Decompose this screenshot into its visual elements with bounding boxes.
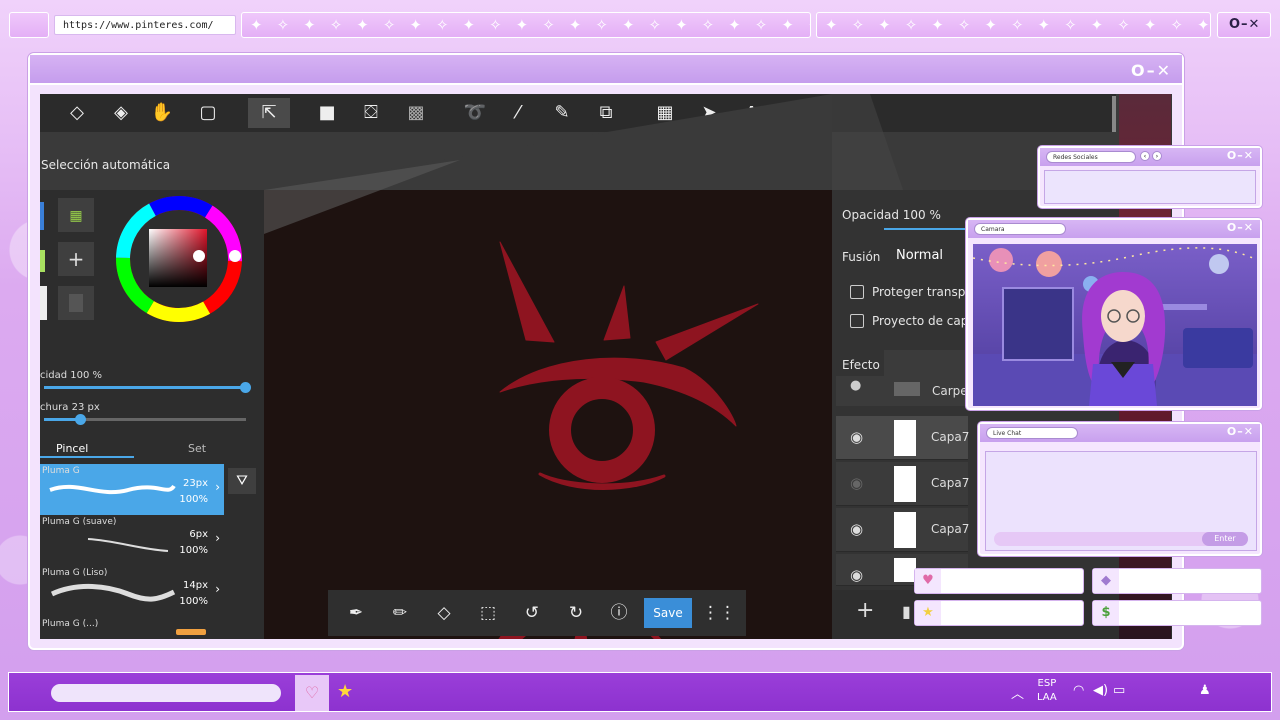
- eyedropper-icon[interactable]: ✒: [341, 598, 371, 628]
- camera-titlebar: Camara O–✕: [968, 220, 1260, 238]
- pen-icon[interactable]: ✏: [385, 598, 415, 628]
- layer-thumbnail: [894, 420, 916, 456]
- star-alert-box: ★: [914, 600, 1084, 626]
- eye-icon[interactable]: ◉: [850, 566, 863, 584]
- top-frame-controls: O–✕: [1217, 12, 1271, 38]
- gem-alert-box: ◆: [1092, 568, 1262, 594]
- dollar-icon: $: [1093, 601, 1119, 625]
- blend-label: Fusión: [842, 250, 881, 264]
- layer-thumbnail: [894, 558, 916, 582]
- avatar: [1082, 272, 1166, 406]
- social-window: Redes Sociales ‹ › O–✕: [1038, 146, 1262, 208]
- bottom-toolbar: ✒ ✏ ◇ ⬚ ↺ ↻ ⓘ Save ⋮⋮: [328, 590, 746, 636]
- layer-opacity-slider[interactable]: [884, 228, 974, 230]
- volume-icon[interactable]: ◀): [1093, 683, 1108, 698]
- undo-icon[interactable]: ↺: [517, 598, 547, 628]
- camera-controls[interactable]: O–✕: [1227, 221, 1254, 234]
- follow-alert-box: ♥: [914, 568, 1084, 594]
- battery-icon[interactable]: ▭: [1113, 683, 1125, 698]
- prev-icon[interactable]: ‹: [1140, 151, 1150, 161]
- protect-alpha-checkbox[interactable]: [850, 285, 864, 299]
- save-button[interactable]: Save: [644, 598, 692, 628]
- layer-name: Capa7: [931, 430, 970, 444]
- redo-icon[interactable]: ↻: [561, 598, 591, 628]
- diamond-icon: ◆: [1093, 569, 1119, 593]
- chevron-up-icon[interactable]: ︿: [1011, 683, 1024, 702]
- eye-icon[interactable]: ◉: [850, 520, 863, 538]
- chat-controls[interactable]: O–✕: [1227, 425, 1254, 438]
- top-frame-left: [9, 12, 49, 38]
- url-bar[interactable]: https://www.pinteres.com/: [54, 15, 236, 35]
- menu-grid-icon[interactable]: ⋮⋮: [702, 598, 736, 628]
- heart-icon[interactable]: ♡: [295, 675, 329, 711]
- layer-name: Capa7: [931, 522, 970, 536]
- next-icon[interactable]: ›: [1152, 151, 1162, 161]
- add-layer-icon[interactable]: +: [856, 598, 874, 623]
- language-code: ESP: [1037, 678, 1057, 689]
- chat-titlebar: Live Chat O–✕: [980, 424, 1260, 442]
- social-controls[interactable]: O–✕: [1227, 149, 1254, 162]
- layer-name: Capa7: [931, 476, 970, 490]
- main-window-titlebar: O–✕: [30, 55, 1182, 85]
- effect-label: Efecto: [842, 358, 880, 372]
- social-title: Redes Sociales: [1046, 151, 1136, 163]
- layer-row[interactable]: ◉ Capa7: [836, 462, 970, 506]
- folder-icon: [894, 382, 920, 396]
- protect-alpha-label: Proteger transpa: [872, 285, 973, 299]
- keyboard-layout: LAA: [1037, 692, 1057, 703]
- chat-title: Live Chat: [986, 427, 1078, 439]
- camera-title: Camara: [974, 223, 1066, 235]
- eye-icon[interactable]: ●: [850, 378, 861, 393]
- taskbar: ♡ ★ ︿ ESP LAA ◠ ◀) ▭ ♟: [8, 672, 1272, 712]
- language-indicator[interactable]: ESP LAA: [1037, 677, 1057, 705]
- layer-thumbnail: [894, 512, 916, 548]
- eraser-icon[interactable]: ◇: [429, 598, 459, 628]
- chat-window: Live Chat O–✕ Enter: [978, 422, 1262, 556]
- delete-layer-icon[interactable]: ▮: [902, 602, 911, 621]
- clipping-checkbox[interactable]: [850, 314, 864, 328]
- star-icon[interactable]: ★: [337, 681, 353, 702]
- effect-select[interactable]: [884, 350, 968, 376]
- enter-button[interactable]: Enter: [1202, 532, 1248, 546]
- eye-icon[interactable]: ◉: [850, 428, 863, 446]
- layer-opacity-label: Opacidad 100 %: [842, 208, 941, 222]
- social-titlebar: Redes Sociales ‹ › O–✕: [1040, 148, 1260, 166]
- layer-row[interactable]: ◉ Capa7: [836, 508, 970, 552]
- social-body: [1044, 170, 1256, 204]
- window-controls[interactable]: O–✕: [1229, 17, 1260, 32]
- star-icon: ★: [915, 601, 941, 625]
- window-shape: [1002, 287, 1074, 361]
- money-alert-box: $: [1092, 600, 1262, 626]
- camera-feed: [973, 244, 1257, 406]
- layer-row[interactable]: ◉ Capa7: [836, 416, 970, 460]
- sparkle-bar-2: ✦✧✦✧✦✧✦✧✦✧✦✧✦✧✦✧✦✧✦: [816, 12, 1211, 38]
- eye-hidden-icon[interactable]: ◉: [850, 474, 863, 492]
- heart-icon: ♥: [915, 569, 941, 593]
- taskbar-search[interactable]: [51, 684, 281, 702]
- sparkle-bar-1: ✦✧✦✧✦✧✦✧✦✧✦✧✦✧✦✧✦✧✦✧✦✧✦✧✦✧✦: [241, 12, 811, 38]
- clipping-label: Proyecto de cap: [872, 314, 969, 328]
- wifi-icon[interactable]: ◠: [1073, 683, 1084, 698]
- camera-window: Camara O–✕: [966, 218, 1262, 410]
- help-icon[interactable]: ⓘ: [604, 598, 634, 628]
- layer-thumbnail: [894, 466, 916, 502]
- main-window-controls[interactable]: O–✕: [1131, 61, 1172, 80]
- notification-icon[interactable]: ♟: [1199, 683, 1211, 698]
- blend-mode-select[interactable]: Normal: [896, 248, 943, 263]
- folder-row[interactable]: ● Carpet: [836, 376, 972, 406]
- deselect-icon[interactable]: ⬚: [473, 598, 503, 628]
